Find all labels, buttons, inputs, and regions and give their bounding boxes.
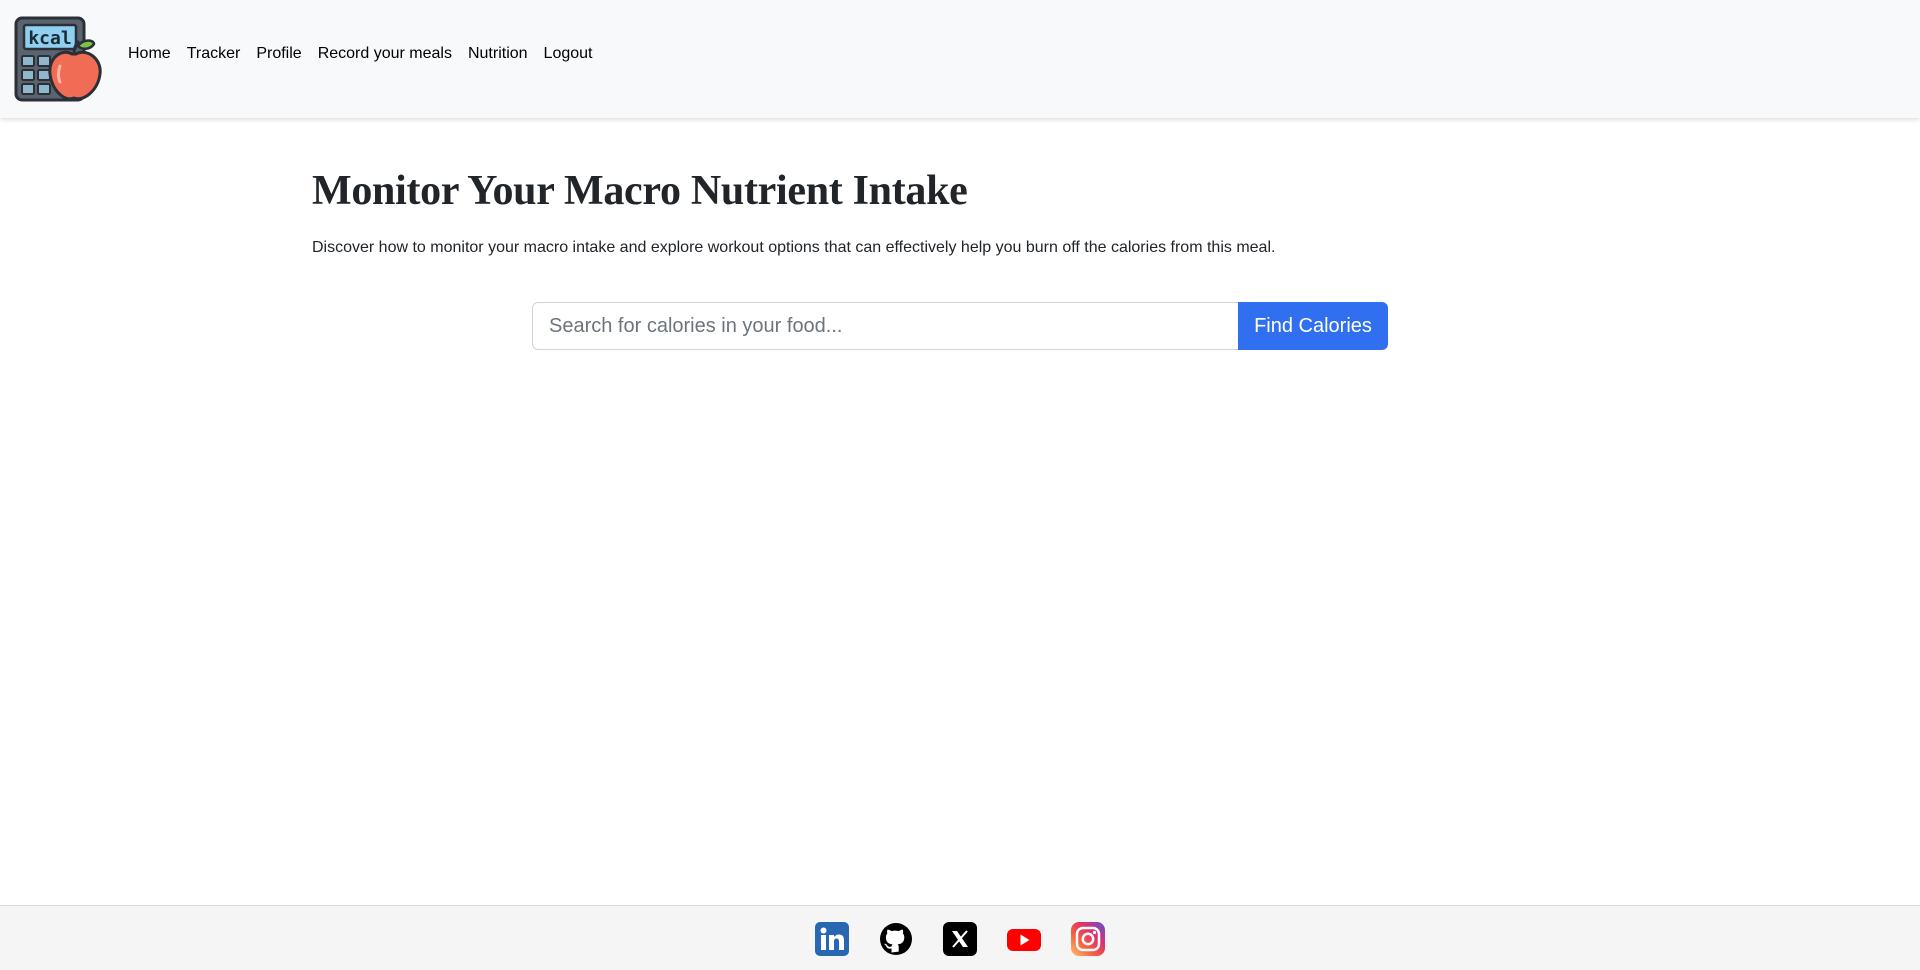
food-search-form: Find Calories xyxy=(532,302,1388,350)
kcal-logo-icon[interactable]: kcal xyxy=(14,16,102,104)
linkedin-icon[interactable] xyxy=(815,922,849,956)
navbar: kcal Home Tracker Profile Record your me… xyxy=(0,0,1920,118)
page-title: Monitor Your Macro Nutrient Intake xyxy=(312,168,968,214)
food-search-input[interactable] xyxy=(532,302,1238,350)
nav-logout[interactable]: Logout xyxy=(544,43,593,65)
nav-nutrition[interactable]: Nutrition xyxy=(468,43,528,65)
page-description: Discover how to monitor your macro intak… xyxy=(312,239,1276,256)
youtube-icon[interactable] xyxy=(1007,922,1041,956)
instagram-icon[interactable] xyxy=(1071,922,1105,956)
find-calories-button[interactable]: Find Calories xyxy=(1238,302,1388,350)
logo-kcal-text: kcal xyxy=(28,28,71,49)
main-content: Monitor Your Macro Nutrient Intake Disco… xyxy=(312,160,1608,256)
github-icon[interactable] xyxy=(879,922,913,956)
nav-record-meals[interactable]: Record your meals xyxy=(318,43,452,65)
main-nav: Home Tracker Profile Record your meals N… xyxy=(128,43,608,65)
footer xyxy=(0,905,1920,970)
nav-tracker[interactable]: Tracker xyxy=(187,43,241,65)
nav-home[interactable]: Home xyxy=(128,43,171,65)
x-icon[interactable] xyxy=(943,922,977,956)
nav-profile[interactable]: Profile xyxy=(256,43,301,65)
